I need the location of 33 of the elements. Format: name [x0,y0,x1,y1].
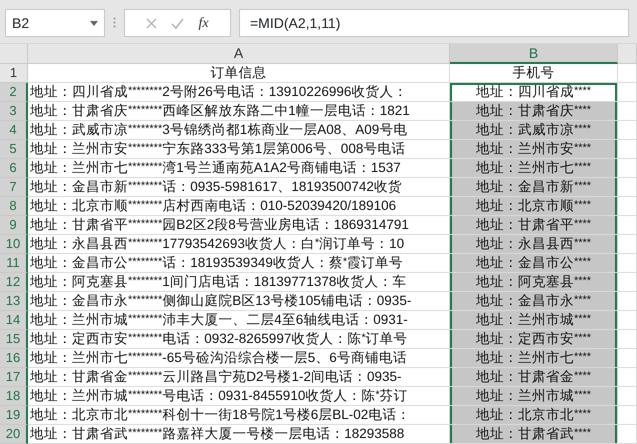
row-header[interactable]: 12 [0,273,28,292]
cancel-icon[interactable] [146,18,158,28]
row-header[interactable]: 3 [0,102,28,121]
row-header[interactable]: 2 [0,83,28,102]
grip-icon [113,17,116,28]
row-header[interactable]: 7 [0,178,28,197]
row-header[interactable]: 19 [0,406,28,425]
row-header[interactable]: 16 [0,349,28,368]
formula-field[interactable]: =MID(A2,1,11) [239,9,629,37]
row-header[interactable]: 18 [0,387,28,406]
column-header[interactable]: B [450,44,618,64]
row-header[interactable]: 6 [0,159,28,178]
cell-reference: B2 [12,14,30,32]
row-header[interactable]: 10 [0,235,28,254]
row-header[interactable]: 8 [0,197,28,216]
row-header[interactable]: 9 [0,216,28,235]
row-header[interactable]: 13 [0,292,28,311]
row-header[interactable]: 1 [0,64,28,83]
row-header[interactable]: 15 [0,330,28,349]
check-icon[interactable] [171,18,184,28]
row-header[interactable]: 20 [0,425,28,444]
row-header[interactable]: 4 [0,121,28,140]
row-header[interactable]: 5 [0,140,28,159]
row-header[interactable]: 11 [0,254,28,273]
dropdown-caret-icon[interactable] [90,20,98,26]
column-title: 手机号 [512,64,556,82]
select-all-corner[interactable] [0,44,28,64]
row-header[interactable]: 14 [0,311,28,330]
name-box[interactable]: B2 [5,9,105,37]
column-title: 订单信息 [210,64,268,82]
insert-function-button[interactable]: fx [198,12,209,34]
row-header[interactable]: 17 [0,368,28,387]
column-header[interactable]: A [28,44,450,64]
